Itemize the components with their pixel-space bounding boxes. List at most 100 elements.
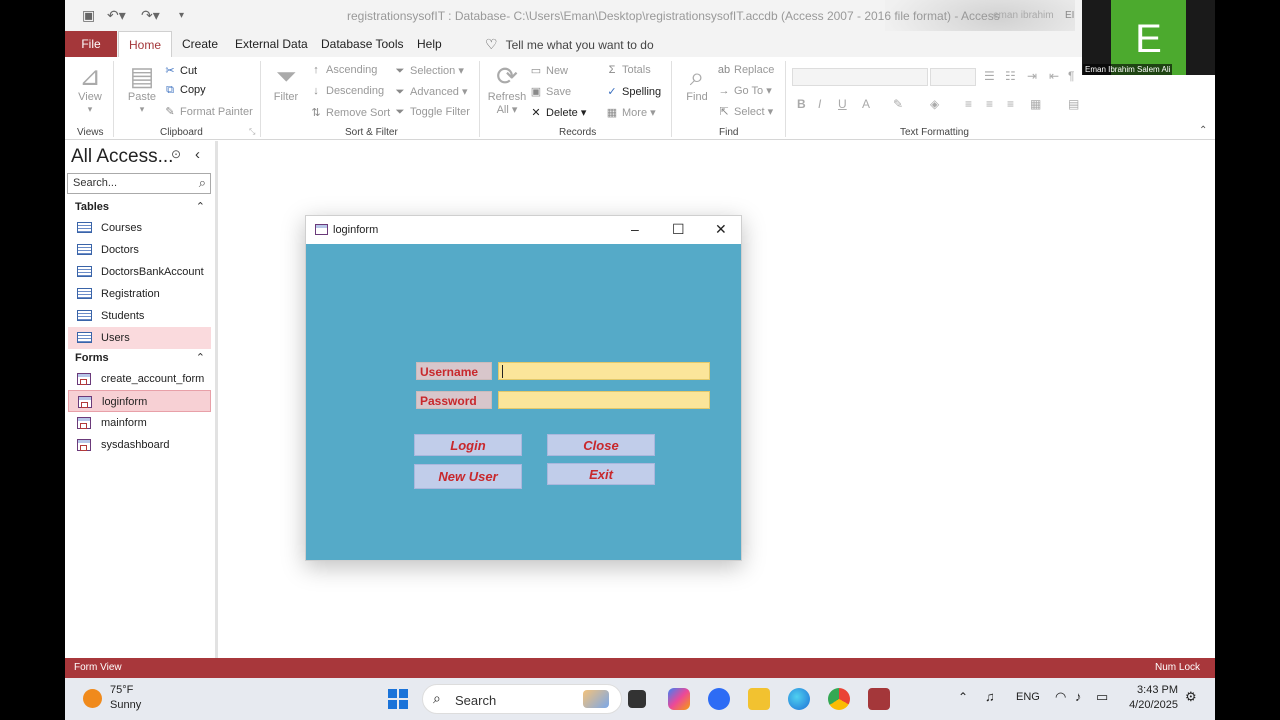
nav-search-input[interactable]: Search... ⌕	[67, 173, 211, 194]
nav-item-users[interactable]: Users	[68, 327, 211, 349]
tab-help[interactable]: Help	[407, 31, 452, 57]
font-color-button[interactable]: A	[862, 97, 870, 111]
more-button[interactable]: ▦ More ▾	[605, 106, 656, 119]
nav-item-courses[interactable]: Courses	[68, 217, 211, 239]
tell-me-search[interactable]: ♡ Tell me what you want to do	[485, 31, 654, 57]
edge-icon[interactable]	[788, 688, 810, 710]
login-button[interactable]: Login	[414, 434, 522, 456]
italic-button[interactable]: I	[818, 97, 821, 111]
windows-start-icon[interactable]	[388, 689, 408, 709]
collapse-section-icon[interactable]: ⌃	[196, 200, 205, 213]
filter-button[interactable]: ⏷ Filter	[271, 61, 301, 103]
signed-in-user[interactable]: eman ibrahim	[993, 10, 1054, 21]
nav-item-sysdashboard[interactable]: sysdashboard	[68, 434, 211, 456]
toggle-filter-button[interactable]: ⏷ Toggle Filter	[393, 106, 470, 119]
gridlines-icon[interactable]: ▦	[1030, 97, 1041, 111]
tab-home[interactable]: Home	[118, 31, 173, 57]
nav-item-doctors[interactable]: Doctors	[68, 239, 211, 261]
nav-item-create-account-form[interactable]: create_account_form	[68, 368, 211, 390]
clock-date[interactable]: 4/20/2025	[1120, 699, 1178, 711]
customize-qat-icon[interactable]: ▾	[179, 10, 184, 21]
bold-button[interactable]: B	[797, 97, 806, 111]
remove-sort-button[interactable]: ⇅ Remove Sort	[309, 106, 390, 119]
nav-menu-dropdown-icon[interactable]: ⊙	[171, 147, 181, 161]
delete-record-button[interactable]: ✕ Delete ▾	[529, 106, 586, 119]
descending-button[interactable]: ↓ Descending	[309, 85, 384, 97]
access-icon[interactable]	[868, 688, 890, 710]
battery-icon[interactable]: ▭	[1096, 689, 1108, 705]
view-button[interactable]: ⊿ View ▾	[75, 61, 105, 115]
search-icon[interactable]: ⌕	[199, 175, 206, 191]
sun-icon[interactable]	[83, 689, 102, 708]
section-tables[interactable]: Tables ⌃	[75, 201, 205, 213]
tab-create[interactable]: Create	[172, 31, 228, 57]
redo-icon[interactable]: ↷▾	[141, 7, 160, 24]
paragraph-icon[interactable]: ¶	[1068, 69, 1074, 83]
collapse-ribbon-icon[interactable]: ⌃	[1199, 125, 1207, 136]
close-window-icon[interactable]: ✕	[715, 221, 727, 238]
replace-button[interactable]: ab Replace	[717, 64, 774, 76]
shutter-bar-close-icon[interactable]: ‹	[195, 146, 200, 163]
totals-button[interactable]: Σ Totals	[605, 64, 651, 76]
align-right-icon[interactable]: ≡	[1007, 97, 1014, 111]
underline-button[interactable]: U	[838, 97, 847, 111]
fill-color-icon[interactable]: ◈	[930, 97, 939, 111]
copilot-icon[interactable]	[668, 688, 690, 710]
highlight-icon[interactable]: ✎	[893, 97, 903, 111]
nav-item-doctorsbankaccount[interactable]: DoctorsBankAccount	[68, 261, 211, 283]
new-record-button[interactable]: ▭ New	[529, 64, 568, 77]
user-initials[interactable]: EI	[1065, 10, 1074, 21]
find-button[interactable]: ⌕ Find	[682, 61, 712, 103]
go-to-button[interactable]: → Go To ▾	[717, 84, 772, 97]
zoom-icon[interactable]	[708, 688, 730, 710]
chrome-icon[interactable]	[828, 688, 850, 710]
refresh-all-button[interactable]: ⟳ Refresh All ▾	[487, 61, 527, 116]
dialog-launcher-icon[interactable]: ⤡	[249, 127, 255, 137]
file-explorer-icon[interactable]	[748, 688, 770, 710]
selection-button[interactable]: ⏷ Selection ▾	[393, 64, 464, 78]
font-size-combo[interactable]	[930, 68, 976, 86]
nav-item-students[interactable]: Students	[68, 305, 211, 327]
numbering-icon[interactable]: ☷	[1005, 69, 1016, 83]
weather-condition[interactable]: Sunny	[110, 699, 141, 711]
show-hidden-icons-icon[interactable]: ⌃	[958, 690, 968, 704]
clock-time[interactable]: 3:43 PM	[1120, 684, 1178, 696]
outdent-icon[interactable]: ⇤	[1049, 69, 1059, 83]
tab-file[interactable]: File	[65, 31, 117, 57]
exit-button[interactable]: Exit	[547, 463, 655, 485]
tab-external-data[interactable]: External Data	[225, 31, 318, 57]
minimize-icon[interactable]: –	[631, 221, 639, 237]
volume-icon[interactable]: ♪	[1075, 689, 1082, 704]
align-center-icon[interactable]: ≡	[986, 97, 993, 111]
paste-button[interactable]: ▤ Paste ▾	[127, 61, 157, 115]
wifi-icon[interactable]: ◠	[1055, 689, 1066, 705]
close-button[interactable]: Close	[547, 434, 655, 456]
spelling-button[interactable]: ✓ Spelling	[605, 85, 661, 98]
input-language[interactable]: ENG	[1016, 691, 1040, 703]
new-user-button[interactable]: New User	[414, 464, 522, 489]
participant-video-tile[interactable]: E Eman Ibrahim Salem Ali	[1082, 0, 1215, 75]
microphone-icon[interactable]: ♫	[985, 689, 995, 704]
save-record-button[interactable]: ▣ Save	[529, 85, 571, 98]
taskbar-search[interactable]: ⌕ Search	[422, 684, 622, 714]
undo-icon[interactable]: ↶▾	[107, 7, 126, 24]
indent-icon[interactable]: ⇥	[1027, 69, 1037, 83]
nav-pane-title[interactable]: All Access...	[71, 146, 173, 168]
cut-button[interactable]: ✂ Cut	[163, 64, 197, 77]
password-field[interactable]	[498, 391, 710, 409]
maximize-icon[interactable]: ☐	[672, 221, 685, 238]
weather-temperature[interactable]: 75°F	[110, 684, 133, 696]
alternate-row-color-icon[interactable]: ▤	[1068, 97, 1079, 111]
copy-button[interactable]: ⧉ Copy	[163, 84, 206, 97]
select-button[interactable]: ⇱ Select ▾	[717, 105, 773, 118]
section-forms[interactable]: Forms ⌃	[75, 352, 205, 364]
advanced-button[interactable]: ⏷ Advanced ▾	[393, 85, 468, 99]
nav-item-registration[interactable]: Registration	[68, 283, 211, 305]
font-name-combo[interactable]	[792, 68, 928, 86]
loginform-title-bar[interactable]: loginform – ☐ ✕	[306, 216, 741, 244]
align-left-icon[interactable]: ≡	[965, 97, 972, 111]
save-icon[interactable]: ▣	[82, 7, 95, 24]
nav-item-loginform[interactable]: loginform	[68, 390, 211, 412]
ascending-button[interactable]: ↑ Ascending	[309, 64, 377, 76]
format-painter-button[interactable]: ✎ Format Painter	[163, 105, 252, 118]
